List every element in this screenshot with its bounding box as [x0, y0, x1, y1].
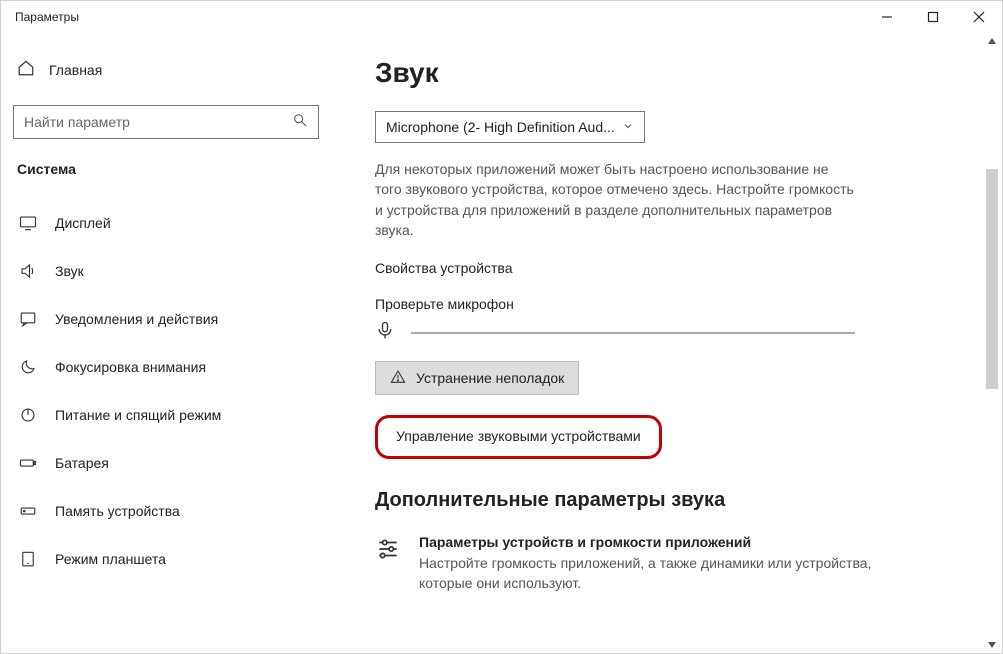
troubleshoot-label: Устранение неполадок [416, 370, 564, 386]
nav-item-label: Память устройства [55, 503, 180, 519]
page-title: Звук [375, 57, 1002, 89]
nav-item-tablet[interactable]: Режим планшета [13, 535, 319, 583]
advanced-heading: Дополнительные параметры звука [375, 489, 1002, 512]
nav-item-label: Батарея [55, 455, 109, 471]
nav-item-display[interactable]: Дисплей [13, 199, 319, 247]
nav-item-label: Дисплей [55, 215, 111, 231]
manage-devices-link[interactable]: Управление звуковыми устройствами [396, 428, 641, 444]
window-controls [864, 1, 1002, 33]
advanced-tile[interactable]: Параметры устройств и громкости приложен… [375, 534, 915, 593]
warning-icon [390, 369, 406, 388]
nav-item-storage[interactable]: Память устройства [13, 487, 319, 535]
nav-item-sound[interactable]: Звук [13, 247, 319, 295]
search-box[interactable] [13, 105, 319, 139]
battery-icon [19, 454, 37, 472]
home-icon [17, 59, 35, 82]
microphone-icon [375, 320, 395, 345]
search-input[interactable] [24, 114, 292, 130]
input-note: Для некоторых приложений может быть наст… [375, 159, 855, 240]
chat-icon [19, 310, 37, 328]
window-title: Параметры [15, 10, 79, 24]
close-button[interactable] [956, 1, 1002, 33]
nav-item-label: Питание и спящий режим [55, 407, 221, 423]
nav-item-focus[interactable]: Фокусировка внимания [13, 343, 319, 391]
sidebar: Главная Система Дисплей Звук [1, 33, 331, 653]
nav-list: Дисплей Звук Уведомления и действия Фоку… [13, 199, 319, 583]
home-nav[interactable]: Главная [13, 49, 319, 91]
nav-item-battery[interactable]: Батарея [13, 439, 319, 487]
scrollbar[interactable] [984, 33, 1000, 653]
sound-icon [19, 262, 37, 280]
home-label: Главная [49, 62, 102, 78]
advanced-tile-subtitle: Настройте громкость приложений, а также … [419, 554, 915, 593]
content: Звук Microphone (2- High Definition Aud.… [331, 33, 1002, 653]
display-icon [19, 214, 37, 232]
scroll-up-arrow[interactable] [984, 33, 1000, 49]
scroll-track[interactable] [986, 49, 998, 637]
manage-devices-highlight: Управление звуковыми устройствами [375, 415, 662, 459]
device-properties-link[interactable]: Свойства устройства [375, 260, 1002, 276]
advanced-tile-title: Параметры устройств и громкости приложен… [419, 534, 915, 550]
scroll-thumb[interactable] [986, 169, 998, 389]
mic-level-bar [411, 332, 855, 334]
minimize-button[interactable] [864, 1, 910, 33]
moon-icon [19, 358, 37, 376]
nav-item-notifications[interactable]: Уведомления и действия [13, 295, 319, 343]
mic-test-row [375, 320, 855, 345]
troubleshoot-button[interactable]: Устранение неполадок [375, 361, 579, 395]
power-icon [19, 406, 37, 424]
storage-icon [19, 502, 37, 520]
nav-item-label: Режим планшета [55, 551, 166, 567]
input-device-dropdown[interactable]: Microphone (2- High Definition Aud... [375, 111, 645, 143]
scroll-down-arrow[interactable] [984, 637, 1000, 653]
tablet-icon [19, 550, 37, 568]
mic-check-label: Проверьте микрофон [375, 296, 1002, 312]
search-icon [292, 112, 308, 133]
nav-item-power[interactable]: Питание и спящий режим [13, 391, 319, 439]
section-heading: Система [13, 161, 319, 177]
nav-item-label: Звук [55, 263, 84, 279]
chevron-down-icon [622, 119, 634, 135]
nav-item-label: Уведомления и действия [55, 311, 218, 327]
nav-item-label: Фокусировка внимания [55, 359, 206, 375]
maximize-button[interactable] [910, 1, 956, 33]
sliders-icon [375, 534, 401, 593]
dropdown-label: Microphone (2- High Definition Aud... [386, 119, 622, 135]
title-bar: Параметры [1, 1, 1002, 33]
